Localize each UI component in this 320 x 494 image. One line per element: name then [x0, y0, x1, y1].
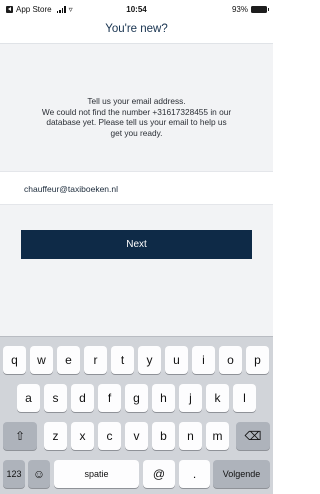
battery-percentage: 93%	[231, 5, 248, 14]
next-button[interactable]: Next	[21, 230, 252, 259]
onscreen-keyboard: q w e r t y u i o p a s d f g h j k l ⇧ …	[0, 336, 273, 494]
key-s[interactable]: s	[44, 384, 67, 412]
emoji-key[interactable]: ☺	[28, 460, 50, 488]
backspace-icon: ⌫	[244, 429, 262, 443]
email-field-container	[0, 171, 273, 205]
main-content: Tell us your email address. We could not…	[0, 44, 273, 336]
key-z[interactable]: z	[44, 422, 67, 450]
key-k[interactable]: k	[206, 384, 229, 412]
key-n[interactable]: n	[179, 422, 202, 450]
status-bar: App Store ▿ 10:54 93%	[0, 0, 273, 18]
message-line: database yet. Please tell us your email …	[46, 117, 227, 127]
key-o[interactable]: o	[219, 346, 242, 374]
key-v[interactable]: v	[125, 422, 148, 450]
page-title: You're new?	[105, 23, 168, 35]
key-r[interactable]: r	[84, 346, 107, 374]
key-l[interactable]: l	[233, 384, 256, 412]
shift-key[interactable]: ⇧	[3, 422, 37, 450]
message-line: We could not find the number +3161732845…	[41, 106, 232, 117]
numbers-key[interactable]: 123	[3, 460, 25, 488]
key-c[interactable]: c	[98, 422, 121, 450]
backspace-key[interactable]: ⌫	[236, 422, 270, 450]
email-input[interactable]	[24, 181, 254, 197]
status-bar-right: 93%	[231, 5, 269, 14]
key-w[interactable]: w	[30, 346, 53, 374]
space-key[interactable]: spatie	[54, 460, 139, 488]
key-i[interactable]: i	[192, 346, 215, 374]
battery-icon	[251, 6, 269, 13]
key-u[interactable]: u	[165, 346, 188, 374]
key-x[interactable]: x	[71, 422, 94, 450]
key-h[interactable]: h	[152, 384, 175, 412]
nav-header: You're new?	[0, 18, 273, 44]
emoji-icon: ☺	[32, 467, 46, 481]
key-p[interactable]: p	[246, 346, 269, 374]
key-j[interactable]: j	[179, 384, 202, 412]
key-q[interactable]: q	[3, 346, 26, 374]
key-e[interactable]: e	[57, 346, 80, 374]
dot-key[interactable]: .	[179, 460, 210, 488]
key-t[interactable]: t	[111, 346, 134, 374]
key-d[interactable]: d	[71, 384, 94, 412]
message-line: Tell us your email address.	[87, 96, 186, 106]
shift-icon: ⇧	[14, 429, 26, 443]
key-m[interactable]: m	[206, 422, 229, 450]
info-message: Tell us your email address. We could not…	[12, 96, 261, 138]
key-a[interactable]: a	[17, 384, 40, 412]
key-b[interactable]: b	[152, 422, 175, 450]
at-key[interactable]: @	[143, 460, 175, 488]
key-f[interactable]: f	[98, 384, 121, 412]
return-key[interactable]: Volgende	[213, 460, 270, 488]
key-g[interactable]: g	[125, 384, 148, 412]
key-y[interactable]: y	[138, 346, 161, 374]
message-line: get you ready.	[110, 127, 163, 138]
